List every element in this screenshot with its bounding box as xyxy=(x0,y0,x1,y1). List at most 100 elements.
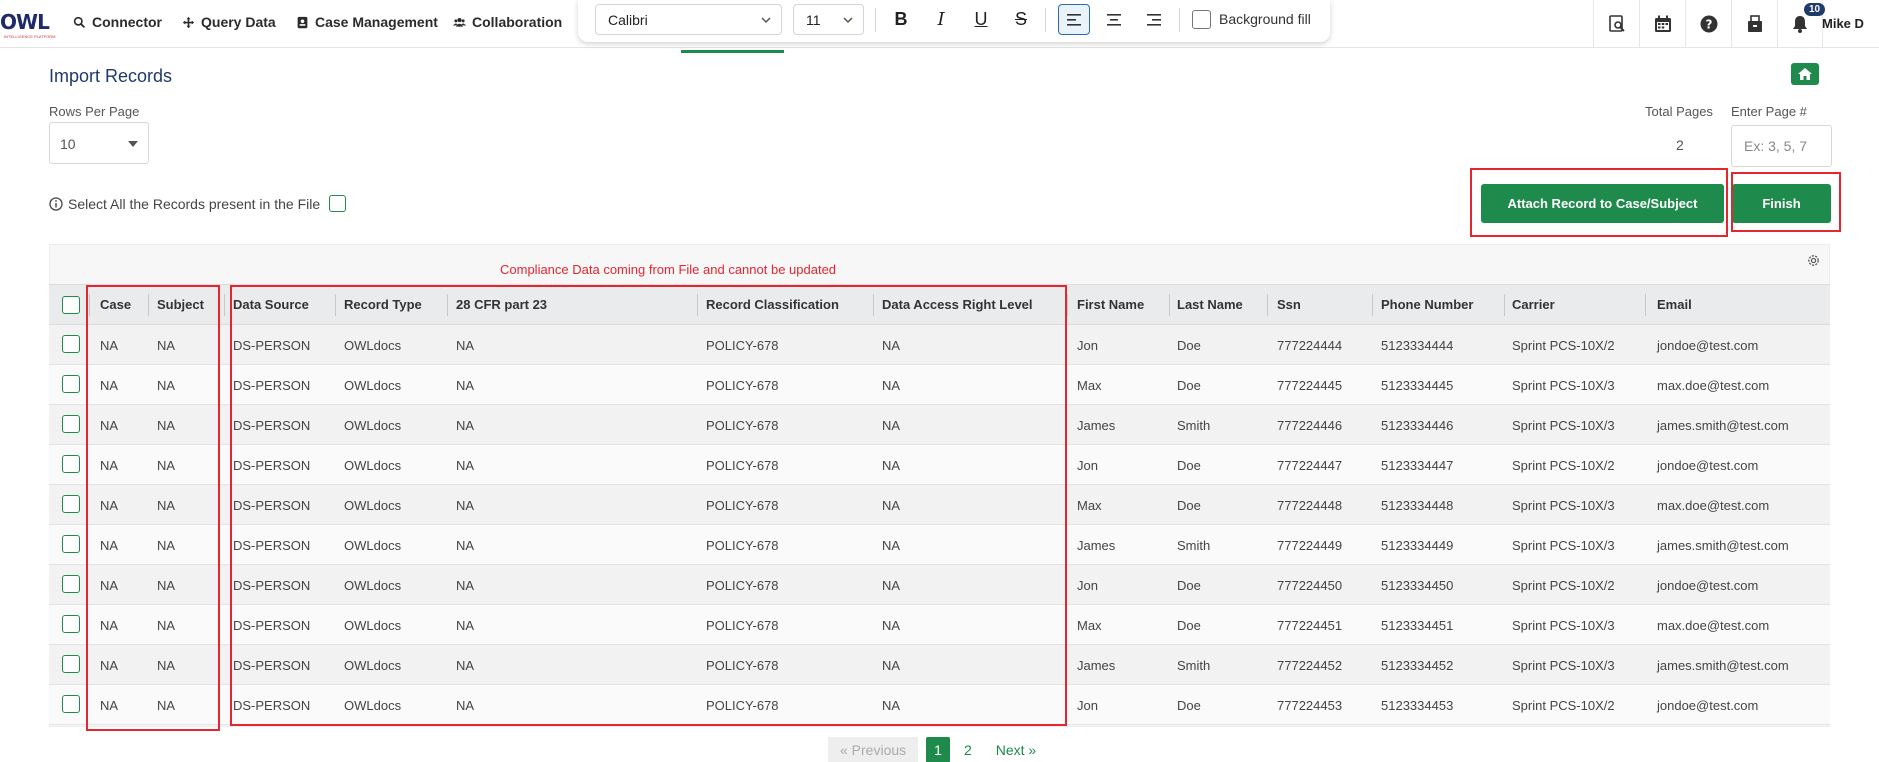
cell-last-name: Doe xyxy=(1177,378,1201,393)
cell-ssn: 777224451 xyxy=(1277,618,1343,633)
cell-first-name: James xyxy=(1077,658,1116,673)
cell-last-name: Doe xyxy=(1177,338,1201,353)
text-format-toolbar: Calibri 11 B I U S Background fill xyxy=(578,0,1330,42)
row-select-checkbox[interactable] xyxy=(62,335,80,353)
badge-icon xyxy=(297,16,308,28)
user-name[interactable]: Mike D xyxy=(1822,16,1864,31)
nav-connector[interactable]: Connector xyxy=(73,14,162,30)
cell-email: max.doe@test.com xyxy=(1657,618,1770,633)
header-select-checkbox[interactable] xyxy=(62,296,80,314)
cell-carrier: Sprint PCS-10X/2 xyxy=(1512,578,1615,593)
owl-logo[interactable]: OWL INTELLIGENCE PLATFORM xyxy=(0,6,56,42)
previous-page-button[interactable]: « Previous xyxy=(828,737,919,762)
font-size-select[interactable]: 11 xyxy=(793,4,864,35)
nav-collaboration[interactable]: Collaboration xyxy=(453,14,562,30)
row-select-checkbox[interactable] xyxy=(62,415,80,433)
background-fill-checkbox[interactable] xyxy=(1192,10,1211,29)
notifications-button[interactable]: 10 xyxy=(1777,0,1826,48)
reports-button[interactable] xyxy=(1593,0,1639,48)
cell-ssn: 777224447 xyxy=(1277,458,1343,473)
nav-query-data[interactable]: Query Data xyxy=(182,14,276,30)
attach-button-highlight xyxy=(1470,168,1728,237)
cell-last-name: Doe xyxy=(1177,578,1201,593)
cell-ssn: 777224444 xyxy=(1277,338,1343,353)
page-1-button[interactable]: 1 xyxy=(926,737,950,762)
move-icon xyxy=(182,16,195,28)
bold-button[interactable]: B xyxy=(885,4,917,35)
cell-phone-number: 5123334451 xyxy=(1381,618,1454,633)
cell-email: james.smith@test.com xyxy=(1657,418,1789,433)
column-header-last-name[interactable]: Last Name xyxy=(1177,297,1243,312)
calendar-button[interactable] xyxy=(1639,0,1685,48)
row-select-checkbox[interactable] xyxy=(62,575,80,593)
column-divider xyxy=(1169,294,1170,316)
compliance-columns-highlight xyxy=(230,285,1067,726)
row-select-checkbox[interactable] xyxy=(62,495,80,513)
gear-icon[interactable] xyxy=(1806,253,1821,268)
cell-first-name: Max xyxy=(1077,618,1102,633)
cell-ssn: 777224448 xyxy=(1277,498,1343,513)
cell-phone-number: 5123334453 xyxy=(1381,698,1454,713)
underline-button[interactable]: U xyxy=(965,4,997,35)
cell-phone-number: 5123334449 xyxy=(1381,538,1454,553)
align-left-button[interactable] xyxy=(1058,4,1090,35)
cell-carrier: Sprint PCS-10X/3 xyxy=(1512,418,1615,433)
column-header-carrier[interactable]: Carrier xyxy=(1512,297,1555,312)
toolbar-divider xyxy=(1179,8,1180,32)
column-header-ssn[interactable]: Ssn xyxy=(1277,297,1301,312)
row-select-checkbox[interactable] xyxy=(62,615,80,633)
nav-case-management-label: Case Management xyxy=(315,14,438,30)
nav-connector-label: Connector xyxy=(92,14,162,30)
row-select-checkbox[interactable] xyxy=(62,535,80,553)
row-select-checkbox[interactable] xyxy=(62,695,80,713)
select-all-row: Select All the Records present in the Fi… xyxy=(49,195,347,212)
column-header-email[interactable]: Email xyxy=(1657,297,1692,312)
row-select-checkbox[interactable] xyxy=(62,375,80,393)
row-select-checkbox[interactable] xyxy=(62,455,80,473)
cell-carrier: Sprint PCS-10X/3 xyxy=(1512,538,1615,553)
strikethrough-icon: S xyxy=(1014,9,1027,29)
select-all-checkbox[interactable] xyxy=(329,195,347,212)
strikethrough-button[interactable]: S xyxy=(1005,4,1037,35)
next-page-button[interactable]: Next » xyxy=(986,737,1046,762)
cell-carrier: Sprint PCS-10X/2 xyxy=(1512,338,1615,353)
cell-ssn: 777224452 xyxy=(1277,658,1343,673)
background-fill-label: Background fill xyxy=(1219,11,1311,27)
cell-carrier: Sprint PCS-10X/2 xyxy=(1512,458,1615,473)
cell-phone-number: 5123334445 xyxy=(1381,378,1454,393)
italic-button[interactable]: I xyxy=(925,4,957,35)
toolbar-divider xyxy=(1045,8,1046,32)
cell-carrier: Sprint PCS-10X/3 xyxy=(1512,498,1615,513)
nav-query-data-label: Query Data xyxy=(201,14,276,30)
enter-page-input[interactable] xyxy=(1731,125,1832,167)
cell-ssn: 777224453 xyxy=(1277,698,1343,713)
cell-last-name: Doe xyxy=(1177,458,1201,473)
align-right-button[interactable] xyxy=(1138,4,1170,35)
rows-per-page-select[interactable]: 10 xyxy=(49,122,149,164)
cell-phone-number: 5123334450 xyxy=(1381,578,1454,593)
cell-first-name: Jon xyxy=(1077,578,1098,593)
font-size-value: 11 xyxy=(806,12,821,28)
svg-text:?: ? xyxy=(1705,18,1712,32)
cell-last-name: Doe xyxy=(1177,618,1201,633)
cell-first-name: James xyxy=(1077,418,1116,433)
home-button[interactable] xyxy=(1791,63,1819,85)
italic-icon: I xyxy=(937,9,945,30)
nav-case-management[interactable]: Case Management xyxy=(296,14,438,30)
column-divider xyxy=(1372,294,1373,316)
font-family-select[interactable]: Calibri xyxy=(595,4,782,35)
font-family-value: Calibri xyxy=(608,12,648,28)
page-2-button[interactable]: 2 xyxy=(956,737,980,762)
help-button[interactable]: ? xyxy=(1685,0,1731,48)
files-button[interactable] xyxy=(1731,0,1777,48)
row-select-checkbox[interactable] xyxy=(62,655,80,673)
column-header-phone-number[interactable]: Phone Number xyxy=(1381,297,1473,312)
cell-email: james.smith@test.com xyxy=(1657,538,1789,553)
compliance-note: Compliance Data coming from File and can… xyxy=(500,262,837,277)
column-header-first-name[interactable]: First Name xyxy=(1077,297,1144,312)
cell-email: jondoe@test.com xyxy=(1657,578,1759,593)
rows-per-page-value: 10 xyxy=(60,136,76,152)
cell-phone-number: 5123334448 xyxy=(1381,498,1454,513)
align-center-button[interactable] xyxy=(1098,4,1130,35)
column-divider xyxy=(224,294,225,316)
